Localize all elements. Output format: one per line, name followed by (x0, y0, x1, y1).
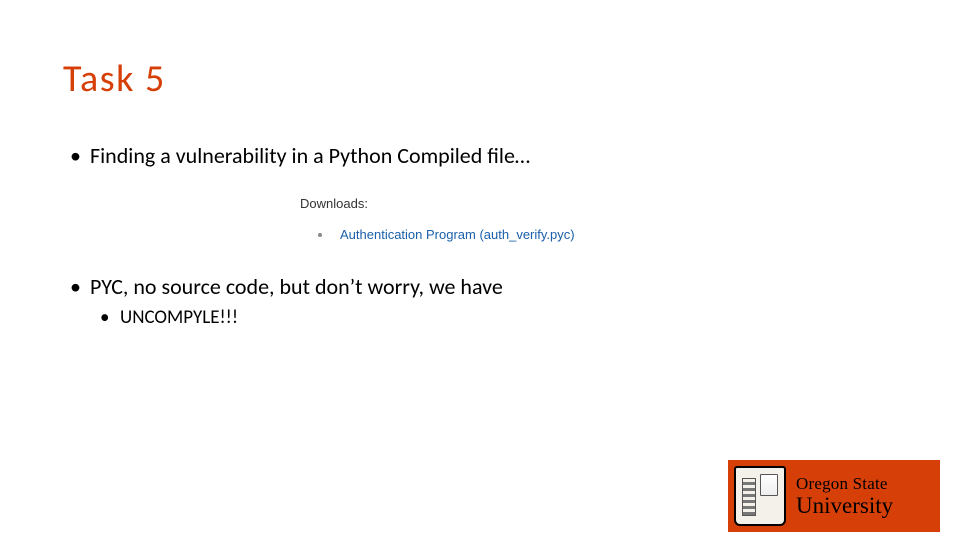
bullet-item: • PYC, no source code, but don’t worry, … (70, 273, 890, 300)
slide: Task 5 • Finding a vulnerability in a Py… (0, 0, 960, 540)
slide-title: Task 5 (63, 56, 166, 102)
bullet-icon: • (100, 306, 109, 329)
bullet-icon: • (70, 142, 81, 169)
osu-logo: Oregon State University (728, 460, 940, 532)
disc-icon (318, 233, 322, 237)
downloads-label: Downloads: (300, 196, 575, 211)
osu-logo-text: Oregon State University (796, 475, 893, 517)
downloads-block: Downloads: Authentication Program (auth_… (300, 196, 575, 242)
osu-crest-icon (734, 466, 786, 526)
osu-line2: University (796, 494, 893, 517)
sub-bullet-item: • UNCOMPYLE!!! (100, 306, 890, 329)
bullet-text: Finding a vulnerability in a Python Comp… (90, 142, 530, 169)
osu-line1: Oregon State (796, 475, 893, 492)
bullet-text: UNCOMPYLE!!! (120, 306, 238, 329)
download-link[interactable]: Authentication Program (auth_verify.pyc) (318, 227, 575, 242)
bullet-text: PYC, no source code, but don’t worry, we… (90, 273, 503, 300)
bullet-icon: • (70, 273, 81, 300)
download-link-text: Authentication Program (auth_verify.pyc) (340, 227, 575, 242)
bullet-item: • Finding a vulnerability in a Python Co… (70, 142, 890, 169)
